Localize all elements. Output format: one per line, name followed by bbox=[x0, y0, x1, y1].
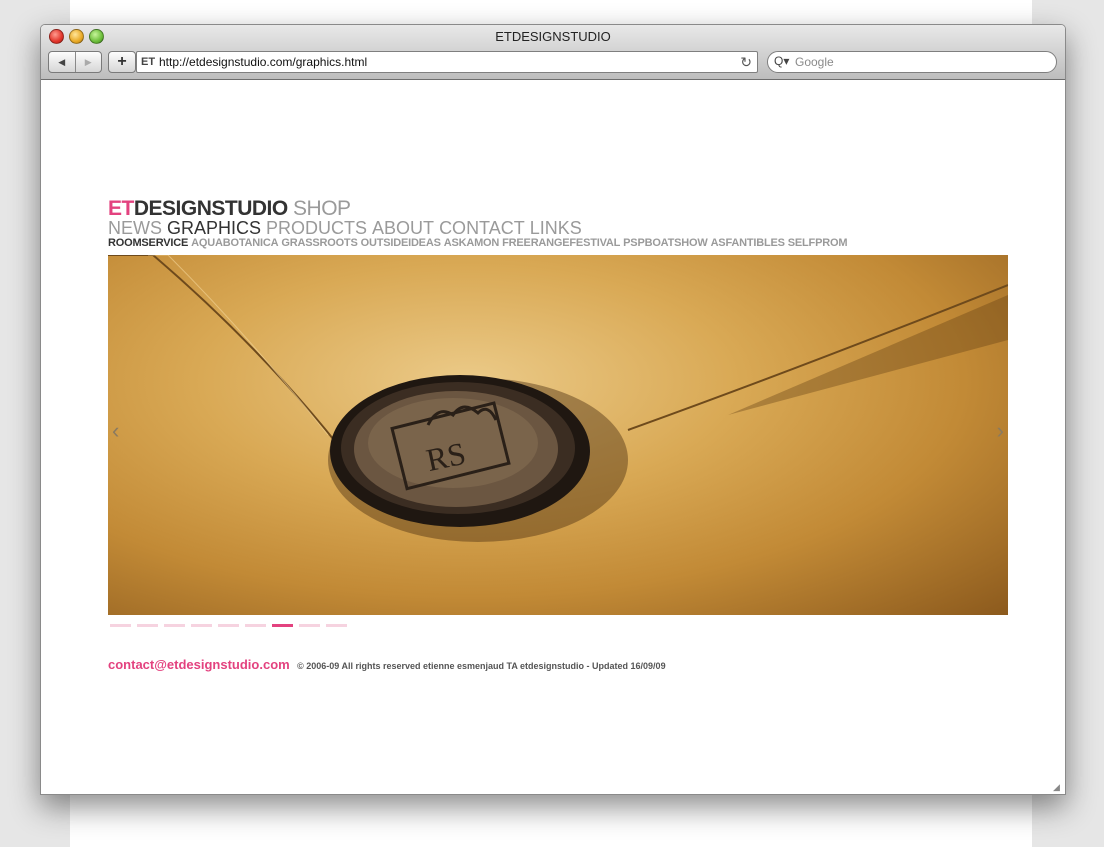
slide-dot[interactable] bbox=[110, 624, 131, 627]
address-bar[interactable]: ET http://etdesignstudio.com/graphics.ht… bbox=[136, 51, 758, 73]
nav-item-contact[interactable]: CONTACT bbox=[439, 218, 525, 238]
browser-window: ETDESIGNSTUDIO ◀ ▶ + ET http://etdesigns… bbox=[40, 24, 1066, 795]
nav-item-news[interactable]: NEWS bbox=[108, 218, 162, 238]
project-link-aquabotanica[interactable]: AQUABOTANICA bbox=[191, 237, 278, 249]
nav-item-about[interactable]: ABOUT bbox=[372, 218, 434, 238]
slide-dot[interactable] bbox=[272, 624, 293, 627]
project-link-pspboatshow[interactable]: PSPBOATSHOW bbox=[623, 237, 708, 249]
slide-indicator bbox=[110, 624, 353, 628]
resize-grip-icon[interactable]: ◢ bbox=[1053, 782, 1063, 792]
plus-icon: + bbox=[117, 53, 127, 70]
nav-item-links[interactable]: LINKS bbox=[530, 218, 582, 238]
project-link-roomservice[interactable]: ROOMSERVICE bbox=[108, 237, 188, 249]
add-bookmark-button[interactable]: + bbox=[108, 51, 136, 73]
logo-designstudio: DESIGNSTUDIO bbox=[133, 197, 288, 220]
site-header: ETDESIGNSTUDIO SHOP NEWS GRAPHICS PRODUCTS… bbox=[108, 197, 1008, 249]
search-field[interactable]: Q▾ Google bbox=[767, 51, 1057, 73]
window-title: ETDESIGNSTUDIO bbox=[495, 29, 611, 44]
search-icon[interactable]: Q▾ bbox=[774, 51, 789, 71]
slide-dot[interactable] bbox=[191, 624, 212, 627]
reload-icon[interactable]: ↻ bbox=[740, 52, 752, 72]
slide-dot[interactable] bbox=[326, 624, 347, 627]
project-link-grassroots[interactable]: GRASSROOTS bbox=[281, 237, 357, 249]
shop-link[interactable]: SHOP bbox=[293, 197, 351, 220]
project-link-selfprom[interactable]: SELFPROM bbox=[788, 237, 848, 249]
sub-nav: ROOMSERVICE AQUABOTANICA GRASSROOTS OUTSIDE… bbox=[108, 237, 850, 249]
project-link-freerangefestival[interactable]: FREERANGEFESTIVAL bbox=[502, 237, 620, 249]
contact-email-link[interactable]: contact@etdesignstudio.com bbox=[108, 657, 290, 672]
url-text[interactable]: http://etdesignstudio.com/graphics.html bbox=[159, 52, 367, 72]
page-content: ETDESIGNSTUDIO SHOP NEWS GRAPHICS PRODUCTS… bbox=[41, 80, 1065, 794]
title-bar: ETDESIGNSTUDIO ◀ ▶ + ET http://etdesigns… bbox=[41, 25, 1065, 80]
forward-arrow-icon: ▶ bbox=[84, 56, 92, 67]
prev-slide-icon[interactable]: ‹ bbox=[112, 418, 119, 444]
project-link-outsideideas[interactable]: OUTSIDEIDEAS bbox=[361, 237, 441, 249]
forward-button[interactable]: ▶ bbox=[76, 52, 102, 72]
slide-dot[interactable] bbox=[245, 624, 266, 627]
search-placeholder: Google bbox=[795, 55, 834, 69]
site-footer: contact@etdesignstudio.com © 2006-09 All… bbox=[108, 656, 666, 674]
logo-et: ET bbox=[108, 197, 134, 220]
next-slide-icon[interactable]: › bbox=[997, 418, 1004, 444]
main-nav: NEWS GRAPHICS PRODUCTS ABOUT CONTACT LINKS bbox=[108, 218, 587, 238]
back-arrow-icon: ◀ bbox=[58, 56, 66, 67]
back-button[interactable]: ◀ bbox=[49, 52, 76, 72]
slide-dot[interactable] bbox=[164, 624, 185, 627]
nav-item-products[interactable]: PRODUCTS bbox=[266, 218, 367, 238]
slide-dot[interactable] bbox=[137, 624, 158, 627]
history-buttons: ◀ ▶ bbox=[48, 51, 102, 73]
slide-dot[interactable] bbox=[299, 624, 320, 627]
slideshow-image: RS ‹ › bbox=[108, 255, 1008, 615]
copyright-text: © 2006-09 All rights reserved etienne es… bbox=[297, 661, 666, 671]
project-link-asfantibles[interactable]: ASFANTIBLES bbox=[711, 237, 785, 249]
favicon-icon: ET bbox=[141, 56, 156, 68]
project-link-askamon[interactable]: ASKAMON bbox=[444, 237, 500, 249]
slide-dot[interactable] bbox=[218, 624, 239, 627]
wax-seal-illustration: RS bbox=[108, 255, 1008, 542]
nav-item-graphics[interactable]: GRAPHICS bbox=[167, 218, 261, 238]
